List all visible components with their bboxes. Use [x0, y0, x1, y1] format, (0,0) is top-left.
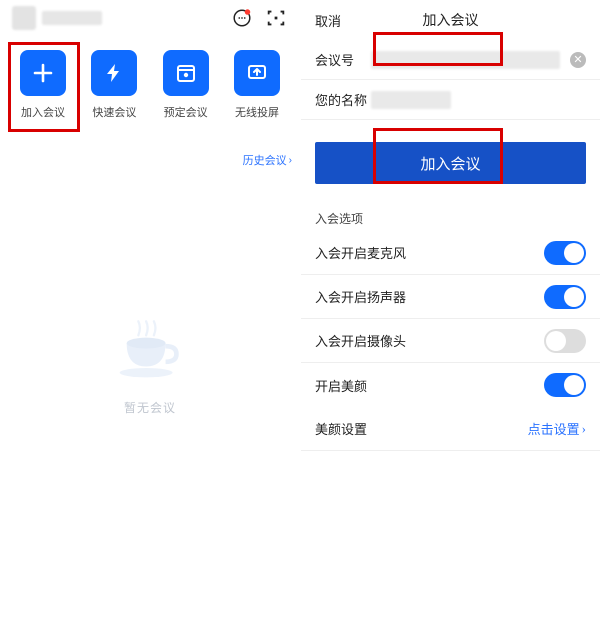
schedule-meeting-button[interactable]: 预定会议	[157, 50, 215, 120]
toggle[interactable]	[544, 329, 586, 353]
chevron-right-icon: ›	[582, 421, 586, 437]
cancel-button[interactable]: 取消	[315, 11, 341, 30]
cast-icon	[245, 61, 269, 85]
option-label: 开启美颜	[315, 376, 367, 395]
join-meeting-screen: 取消 加入会议 会议号 ✕ 您的名称 加入会议 入会选项 入会开启麦克风入会开启…	[300, 0, 600, 620]
message-icon[interactable]	[230, 6, 254, 30]
page-title: 加入会议	[301, 10, 600, 30]
beauty-settings-row[interactable]: 美颜设置 点击设置 ›	[301, 407, 600, 451]
header: 取消 加入会议	[301, 0, 600, 40]
option-row: 开启美颜	[301, 363, 600, 407]
toggle[interactable]	[544, 373, 586, 397]
quick-meeting-label: 快速会议	[92, 104, 136, 120]
calendar-icon	[174, 61, 198, 85]
toggle[interactable]	[544, 285, 586, 309]
home-screen: 加入会议 快速会议 预定会议 无线投屏 历史会议 ›	[0, 0, 300, 620]
option-label: 入会开启扬声器	[315, 287, 406, 306]
join-button-label: 加入会议	[420, 153, 480, 174]
name-field[interactable]: 您的名称	[301, 80, 600, 120]
bolt-icon	[102, 61, 126, 85]
join-meeting-button[interactable]: 加入会议	[14, 50, 72, 120]
schedule-meeting-label: 预定会议	[164, 104, 208, 120]
scan-icon[interactable]	[264, 6, 288, 30]
option-row: 入会开启摄像头	[301, 319, 600, 363]
name-label: 您的名称	[315, 90, 371, 109]
beauty-settings-label: 美颜设置	[315, 419, 367, 438]
option-label: 入会开启摄像头	[315, 331, 406, 350]
option-row: 入会开启扬声器	[301, 275, 600, 319]
beauty-settings-link[interactable]: 点击设置 ›	[528, 419, 586, 438]
history-link-text: 历史会议	[243, 152, 287, 168]
options-section-title: 入会选项	[315, 210, 586, 227]
top-bar	[0, 0, 300, 36]
toggle[interactable]	[544, 241, 586, 265]
wireless-cast-label: 无线投屏	[235, 104, 279, 120]
avatar[interactable]	[12, 6, 36, 30]
chevron-right-icon: ›	[289, 155, 292, 166]
meeting-number-field[interactable]: 会议号 ✕	[301, 40, 600, 80]
empty-text: 暂无会议	[124, 399, 176, 416]
wireless-cast-button[interactable]: 无线投屏	[228, 50, 286, 120]
meeting-number-label: 会议号	[315, 50, 371, 69]
quick-meeting-button[interactable]: 快速会议	[85, 50, 143, 120]
username	[42, 11, 102, 25]
option-label: 入会开启麦克风	[315, 243, 406, 262]
history-link[interactable]: 历史会议 ›	[243, 152, 292, 168]
empty-state: 暂无会议	[0, 312, 300, 416]
clear-icon[interactable]: ✕	[570, 52, 586, 68]
cup-icon	[110, 312, 190, 387]
action-buttons: 加入会议 快速会议 预定会议 无线投屏	[0, 36, 300, 130]
join-meeting-label: 加入会议	[21, 104, 65, 120]
option-row: 入会开启麦克风	[301, 231, 600, 275]
beauty-settings-link-text: 点击设置	[528, 419, 580, 438]
plus-icon	[31, 61, 55, 85]
meeting-number-input[interactable]	[371, 51, 560, 69]
name-input[interactable]	[371, 91, 451, 109]
join-button[interactable]: 加入会议	[315, 142, 586, 184]
